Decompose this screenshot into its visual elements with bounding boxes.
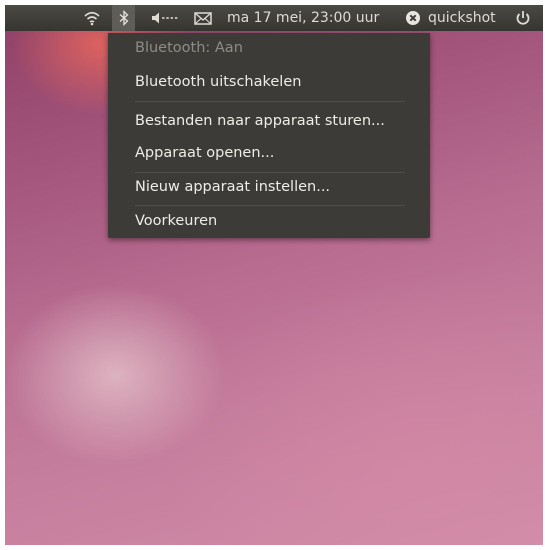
menu-item-preferences[interactable]: Voorkeuren bbox=[135, 211, 217, 231]
clock[interactable]: ma 17 mei, 23:00 uur bbox=[227, 5, 379, 31]
menu-item-open-device[interactable]: Apparaat openen... bbox=[135, 143, 274, 163]
mail-icon[interactable] bbox=[194, 5, 216, 31]
menu-separator bbox=[135, 172, 405, 173]
power-icon[interactable] bbox=[515, 5, 537, 31]
menu-separator bbox=[135, 101, 405, 102]
chat-status-icon[interactable] bbox=[405, 5, 425, 31]
bluetooth-status-label: Bluetooth: Aan bbox=[135, 40, 243, 56]
username-label: quickshot bbox=[428, 10, 496, 26]
bluetooth-icon[interactable] bbox=[112, 5, 135, 31]
volume-icon[interactable] bbox=[151, 5, 181, 31]
menu-item-bluetooth-off[interactable]: Bluetooth uitschakelen bbox=[135, 72, 301, 92]
clock-datetime: ma 17 mei, 23:00 uur bbox=[227, 10, 380, 26]
menu-separator bbox=[135, 205, 405, 206]
user-menu[interactable]: quickshot bbox=[428, 5, 496, 31]
top-panel: ma 17 mei, 23:00 uur quickshot bbox=[5, 5, 543, 31]
network-wireless-icon[interactable] bbox=[83, 5, 107, 31]
menu-item-send-files[interactable]: Bestanden naar apparaat sturen... bbox=[135, 111, 385, 131]
menu-item-setup-new-device[interactable]: Nieuw apparaat instellen... bbox=[135, 177, 330, 197]
bluetooth-menu: Bluetooth: Aan Bluetooth uitschakelen Be… bbox=[108, 33, 430, 238]
desktop: ma 17 mei, 23:00 uur quickshot Bluetooth… bbox=[5, 5, 543, 545]
